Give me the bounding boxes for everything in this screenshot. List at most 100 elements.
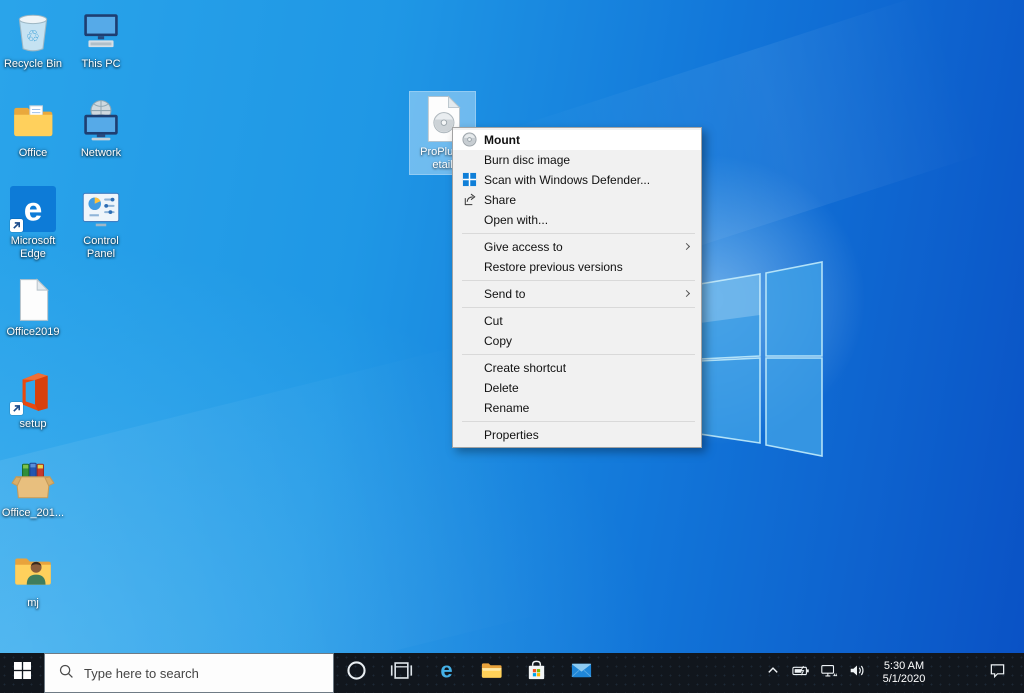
menu-item-copy[interactable]: Copy: [453, 331, 701, 351]
system-tray: [761, 653, 868, 693]
desktop-icon-office2019[interactable]: Office2019: [0, 276, 66, 339]
taskbar-search[interactable]: [44, 653, 334, 693]
desktop-icon-label: Microsoft Edge: [0, 235, 66, 260]
submenu-arrow-icon: [683, 243, 690, 250]
desktop-icon-setup[interactable]: setup: [0, 368, 66, 431]
taskbar-clock[interactable]: 5:30 AM 5/1/2020: [874, 660, 934, 686]
menu-item-label: Cut: [484, 314, 503, 328]
recycle-bin-icon: ♲: [9, 8, 57, 56]
menu-item-label: Properties: [484, 428, 539, 442]
tray-network-tray-button[interactable]: [817, 653, 840, 693]
task-view-icon: [390, 659, 413, 687]
taskbar-mail-button[interactable]: [559, 653, 604, 693]
desktop-icon-label: setup: [0, 418, 66, 431]
menu-item-label: Open with...: [484, 213, 548, 227]
network-icon: [77, 97, 125, 145]
taskbar-cortana-button[interactable]: [334, 653, 379, 693]
desktop-icon-microsoft-edge[interactable]: e Microsoft Edge: [0, 185, 66, 260]
menu-item-label: Delete: [484, 381, 519, 395]
menu-separator: [462, 307, 695, 308]
menu-item-label: Mount: [484, 133, 520, 147]
tray-chevron-up-button[interactable]: [761, 653, 784, 693]
menu-item-label: Burn disc image: [484, 153, 570, 167]
menu-item-label: Create shortcut: [484, 361, 566, 375]
share-icon: [462, 192, 477, 207]
cortana-icon: [345, 659, 368, 687]
svg-text:e: e: [24, 192, 43, 229]
this-pc-icon: [77, 8, 125, 56]
mail-icon: [570, 659, 593, 687]
menu-item-rename[interactable]: Rename: [453, 398, 701, 418]
desktop-icon-label: Control Panel: [68, 235, 134, 260]
menu-item-give-access-to[interactable]: Give access to: [453, 237, 701, 257]
menu-separator: [462, 280, 695, 281]
disc-icon: [462, 132, 477, 147]
desktop-icon-office-201[interactable]: Office_201...: [0, 457, 66, 520]
desktop-icon-control-panel[interactable]: Control Panel: [68, 185, 134, 260]
menu-item-label: Scan with Windows Defender...: [484, 173, 650, 187]
desktop-icon-label: This PC: [68, 58, 134, 71]
start-button[interactable]: [0, 653, 44, 693]
user-folder-icon: [9, 547, 57, 595]
desktop-icon-recycle-bin[interactable]: ♲ Recycle Bin: [0, 8, 66, 71]
desktop-icon-office[interactable]: Office: [0, 97, 66, 160]
menu-item-label: Share: [484, 193, 516, 207]
document-icon: [9, 276, 57, 324]
office-setup-icon: [9, 368, 57, 416]
desktop-icon-label: Office: [0, 147, 66, 160]
folder-icon: [9, 97, 57, 145]
desktop-icon-label: Office2019: [0, 326, 66, 339]
menu-item-share[interactable]: Share: [453, 190, 701, 210]
taskbar-app-buttons: e: [334, 653, 604, 693]
edge-icon: e: [9, 185, 57, 233]
menu-item-label: Give access to: [484, 240, 563, 254]
menu-item-burn-disc-image[interactable]: Burn disc image: [453, 150, 701, 170]
menu-item-properties[interactable]: Properties: [453, 425, 701, 445]
taskbar-edge-taskbar-button[interactable]: e: [424, 653, 469, 693]
desktop-icon-this-pc[interactable]: This PC: [68, 8, 134, 71]
desktop-icon-label: Recycle Bin: [0, 58, 66, 71]
clock-date: 5/1/2020: [874, 673, 934, 686]
clock-time: 5:30 AM: [874, 660, 934, 673]
windows-start-icon: [14, 662, 31, 684]
taskbar-store-button[interactable]: [514, 653, 559, 693]
taskbar-task-view-button[interactable]: [379, 653, 424, 693]
menu-item-create-shortcut[interactable]: Create shortcut: [453, 358, 701, 378]
file-explorer-icon: [480, 659, 503, 687]
action-center-icon: [989, 662, 1006, 684]
shortcut-arrow-icon: [10, 219, 23, 232]
windows-defender-icon: [462, 172, 477, 187]
svg-text:♲: ♲: [26, 28, 40, 45]
menu-item-restore-previous-versions[interactable]: Restore previous versions: [453, 257, 701, 277]
desktop-icon-network[interactable]: Network: [68, 97, 134, 160]
taskbar-file-explorer-button[interactable]: [469, 653, 514, 693]
desktop-icon-label: Office_201...: [0, 507, 66, 520]
taskbar-empty-area[interactable]: [604, 653, 761, 693]
menu-item-delete[interactable]: Delete: [453, 378, 701, 398]
chevron-up-icon: [764, 663, 782, 683]
menu-item-cut[interactable]: Cut: [453, 311, 701, 331]
network-tray-icon: [820, 663, 838, 683]
action-center-button[interactable]: [980, 653, 1014, 693]
tray-volume-button[interactable]: [845, 653, 868, 693]
submenu-arrow-icon: [683, 290, 690, 297]
svg-text:e: e: [440, 659, 452, 682]
edge-taskbar-icon: e: [435, 659, 458, 687]
menu-item-label: Copy: [484, 334, 512, 348]
search-icon: [58, 663, 74, 684]
box-books-icon: [9, 457, 57, 505]
shortcut-arrow-icon: [10, 402, 23, 415]
menu-item-open-with[interactable]: Open with...: [453, 210, 701, 230]
menu-item-scan-with-windows-defender[interactable]: Scan with Windows Defender...: [453, 170, 701, 190]
desktop-icon-mj[interactable]: mj: [0, 547, 66, 610]
tray-battery-button[interactable]: [789, 653, 812, 693]
desktop-icon-label: Network: [68, 147, 134, 160]
windows-10-screen: ♲ Recycle BinThis PC OfficeNetwork e Microso…: [0, 0, 1024, 693]
menu-separator: [462, 354, 695, 355]
taskbar: e 5:30 AM 5/1/2020: [0, 653, 1024, 693]
desktop[interactable]: ♲ Recycle BinThis PC OfficeNetwork e Microso…: [0, 0, 1024, 653]
store-icon: [525, 659, 548, 687]
search-input[interactable]: [84, 666, 333, 681]
menu-item-send-to[interactable]: Send to: [453, 284, 701, 304]
menu-item-mount[interactable]: Mount: [453, 130, 701, 150]
